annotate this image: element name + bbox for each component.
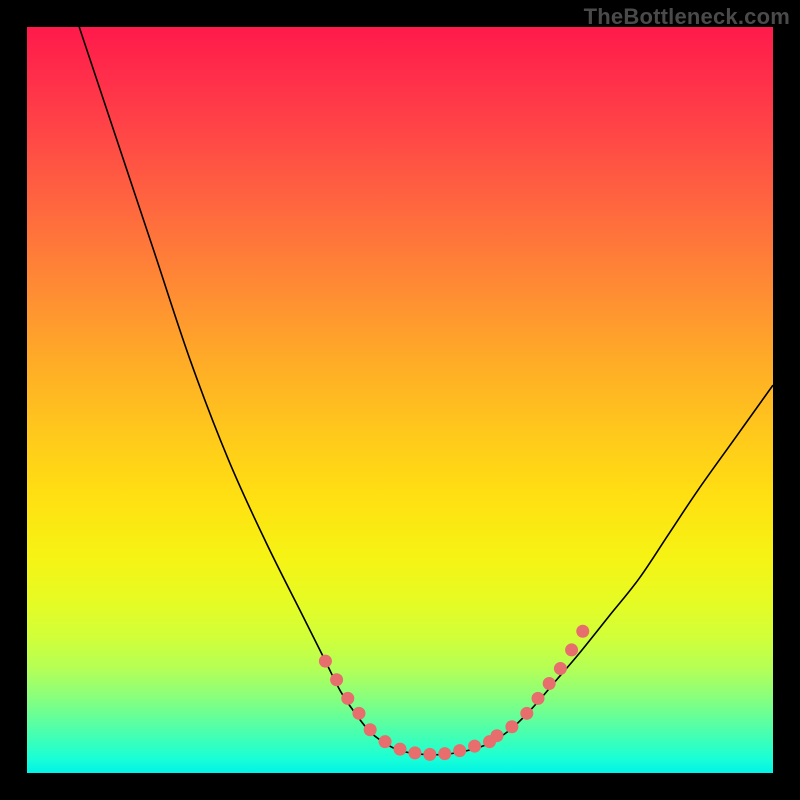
marker-dot bbox=[394, 743, 407, 756]
marker-dot bbox=[520, 707, 533, 720]
marker-dot bbox=[423, 748, 436, 761]
plot-area bbox=[27, 27, 773, 773]
marker-dot bbox=[364, 723, 377, 736]
marker-dot bbox=[565, 643, 578, 656]
chart-svg bbox=[27, 27, 773, 773]
marker-dot bbox=[379, 735, 392, 748]
curve-markers bbox=[319, 625, 589, 761]
marker-dot bbox=[543, 677, 556, 690]
marker-dot bbox=[468, 740, 481, 753]
marker-dot bbox=[352, 707, 365, 720]
marker-dot bbox=[554, 662, 567, 675]
marker-dot bbox=[408, 746, 421, 759]
chart-frame: TheBottleneck.com bbox=[0, 0, 800, 800]
marker-dot bbox=[453, 744, 466, 757]
marker-dot bbox=[505, 720, 518, 733]
marker-dot bbox=[319, 655, 332, 668]
bottleneck-curve bbox=[79, 27, 773, 755]
marker-dot bbox=[532, 692, 545, 705]
marker-dot bbox=[341, 692, 354, 705]
marker-dot bbox=[438, 747, 451, 760]
marker-dot bbox=[490, 729, 503, 742]
watermark-text: TheBottleneck.com bbox=[584, 4, 790, 30]
marker-dot bbox=[330, 673, 343, 686]
marker-dot bbox=[576, 625, 589, 638]
